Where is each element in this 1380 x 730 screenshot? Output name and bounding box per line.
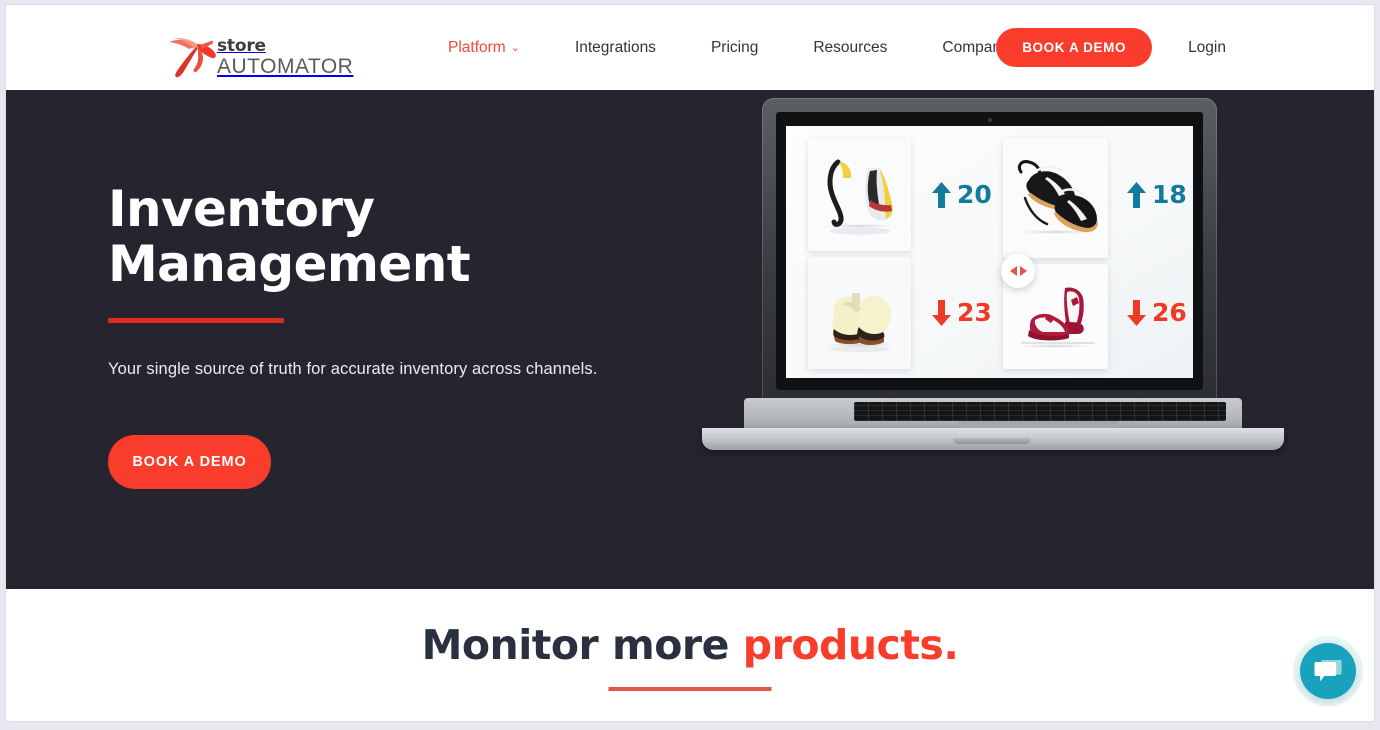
- laptop-screen: 20 18 23 26: [786, 126, 1193, 378]
- site-header: store AUTOMATOR Platform ⌄ Integrations …: [6, 5, 1374, 90]
- header-book-demo-button[interactable]: BOOK A DEMO: [996, 28, 1153, 67]
- delta-indicator-top-right: 18: [1127, 180, 1187, 209]
- nav-item-integrations[interactable]: Integrations: [575, 39, 656, 57]
- hero-title: Inventory Management: [108, 180, 471, 293]
- nav-item-integrations-label: Integrations: [574, 38, 656, 56]
- monitor-products-section: Monitor more products.: [6, 589, 1374, 721]
- white-yellow-sneakers-thumbnail: [808, 138, 911, 251]
- laptop-lid: 20 18 23 26: [762, 98, 1217, 408]
- hummingbird-icon: [169, 37, 216, 78]
- laptop-base: [698, 398, 1288, 454]
- page-frame: store AUTOMATOR Platform ⌄ Integrations …: [6, 5, 1374, 721]
- header-actions: BOOK A DEMO Login: [996, 5, 1226, 90]
- chevron-left-icon[interactable]: [1009, 266, 1017, 276]
- laptop-base-lip: [953, 438, 1031, 444]
- brand-name-bottom: AUTOMATOR: [217, 55, 354, 78]
- hero-section: Inventory Management Your single source …: [6, 90, 1374, 589]
- brand-logo[interactable]: store AUTOMATOR: [167, 35, 353, 80]
- delta-value-top-right: 18: [1152, 180, 1187, 209]
- webcam-icon: [987, 118, 992, 122]
- nav-item-pricing[interactable]: Pricing: [711, 39, 758, 57]
- product-tile-bottom-left[interactable]: [808, 257, 911, 369]
- brand-wordmark: store AUTOMATOR: [217, 36, 354, 78]
- arrow-up-icon: [932, 181, 951, 208]
- nav-item-pricing-label: Pricing: [710, 38, 759, 56]
- delta-indicator-top-left: 20: [932, 180, 992, 209]
- cream-sneakers-thumbnail: [808, 257, 911, 369]
- section-heading-plain: Monitor more: [421, 621, 743, 669]
- black-gum-sneakers-thumbnail: [1003, 138, 1108, 258]
- tile-shadow: [1017, 230, 1094, 234]
- delta-value-bottom-right: 26: [1152, 298, 1187, 327]
- arrow-down-icon: [932, 299, 951, 326]
- inventory-dashboard: 20 18 23 26: [786, 126, 1193, 378]
- hero-book-demo-button[interactable]: BOOK A DEMO: [108, 435, 271, 489]
- hero-title-line-1: Inventory: [108, 180, 375, 238]
- chevron-right-icon[interactable]: [1019, 266, 1027, 276]
- section-accent-rule: [608, 687, 772, 691]
- hero-title-line-2: Management: [108, 235, 471, 293]
- chevron-down-icon: ⌄: [510, 42, 520, 54]
- product-tile-top-left[interactable]: [808, 138, 911, 251]
- product-tile-top-right[interactable]: [1003, 138, 1108, 258]
- arrow-up-icon: [1127, 181, 1146, 208]
- delta-indicator-bottom-left: 23: [932, 298, 992, 327]
- brand-name-top: store: [217, 36, 266, 56]
- chat-bubble-icon: [1314, 660, 1342, 682]
- section-heading-accent: products.: [742, 621, 959, 669]
- tile-shadow: [822, 342, 897, 347]
- laptop-mockup: 20 18 23 26: [698, 98, 1288, 468]
- arrow-down-icon: [1127, 299, 1146, 326]
- laptop-bezel: 20 18 23 26: [776, 112, 1203, 390]
- login-link[interactable]: Login: [1188, 39, 1226, 57]
- laptop-keyboard: [854, 402, 1226, 421]
- delta-indicator-bottom-right: 26: [1127, 298, 1187, 327]
- chat-widget-button[interactable]: [1300, 643, 1356, 699]
- main-navigation: Platform ⌄ Integrations Pricing Resource…: [448, 5, 1009, 90]
- tile-shadow: [1017, 344, 1094, 348]
- section-heading: Monitor more products.: [6, 621, 1374, 669]
- tile-shadow: [822, 224, 897, 229]
- nav-item-platform-label: Platform: [448, 38, 506, 56]
- nav-item-resources[interactable]: Resources: [813, 39, 887, 57]
- delta-value-top-left: 20: [957, 180, 992, 209]
- laptop-base-top: [744, 398, 1242, 430]
- hero-copy: Inventory Management Your single source …: [102, 90, 722, 589]
- hero-accent-rule: [108, 318, 284, 323]
- carousel-prev-next-button[interactable]: [1001, 254, 1035, 288]
- delta-value-bottom-left: 23: [957, 298, 992, 327]
- nav-item-platform[interactable]: Platform ⌄: [448, 39, 520, 57]
- nav-item-resources-label: Resources: [813, 38, 888, 56]
- hero-subtitle: Your single source of truth for accurate…: [108, 360, 598, 378]
